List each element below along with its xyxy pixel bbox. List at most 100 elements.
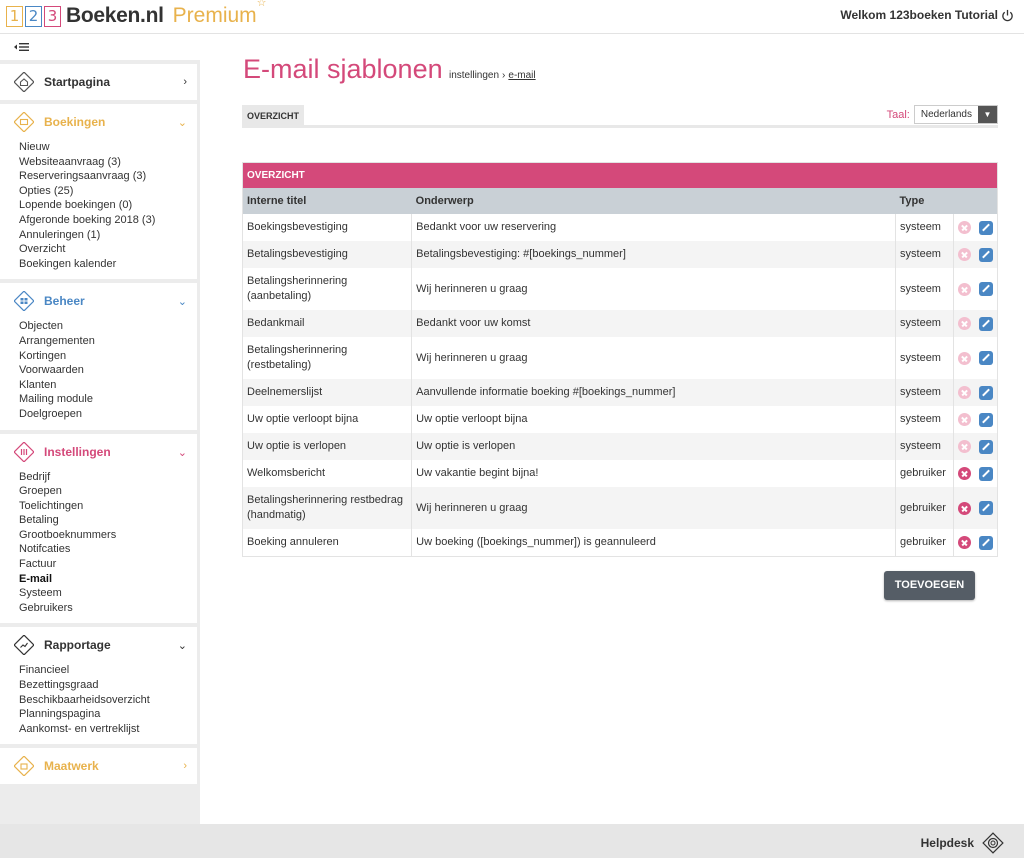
sidebar-item-rapportage-0[interactable]: Financieel xyxy=(19,663,178,678)
nav-maatwerk[interactable]: Maatwerk › xyxy=(0,748,197,785)
delete-icon xyxy=(957,351,971,365)
sidebar-item-boekingen-6[interactable]: Annuleringen (1) xyxy=(19,228,178,243)
sidebar-item-boekingen-0[interactable]: Nieuw xyxy=(19,140,178,155)
nav-instellingen[interactable]: Instellingen ⌄ xyxy=(0,434,197,470)
language-select[interactable]: Nederlands ▼ xyxy=(913,105,998,124)
sidebar-item-boekingen-7[interactable]: Overzicht xyxy=(19,242,178,257)
sidebar: Startpagina › Boekingen ⌄ Nieuw Websiteaa… xyxy=(0,34,200,824)
edit-icon[interactable] xyxy=(978,247,993,262)
nav-boekingen[interactable]: Boekingen ⌄ xyxy=(0,104,197,140)
table-row[interactable]: Bedankmail Bedankt voor uw komst systeem xyxy=(243,310,997,337)
nav-rapportage[interactable]: Rapportage ⌄ xyxy=(0,627,197,663)
sidebar-item-instellingen-9[interactable]: Gebruikers xyxy=(19,601,178,616)
sidebar-collapse-button[interactable] xyxy=(0,34,200,60)
edit-icon[interactable] xyxy=(978,535,993,550)
sidebar-item-instellingen-2[interactable]: Toelichtingen xyxy=(19,499,178,514)
table-row[interactable]: Deelnemerslijst Aanvullende informatie bo… xyxy=(243,379,997,406)
nav-boekingen-section: Boekingen ⌄ Nieuw Websiteaanvraag (3) Rese… xyxy=(0,104,197,280)
cell-type: systeem xyxy=(895,379,954,406)
sidebar-item-instellingen-6[interactable]: Factuur xyxy=(19,557,178,572)
edit-icon[interactable] xyxy=(978,220,993,235)
edit-icon[interactable] xyxy=(978,351,993,365)
logo-premium: Premium☆ xyxy=(173,0,267,28)
sidebar-item-boekingen-5[interactable]: Afgeronde boeking 2018 (3) xyxy=(19,213,178,228)
boekingen-list: Nieuw Websiteaanvraag (3) Reserveringsaanv… xyxy=(0,140,197,271)
edit-icon[interactable] xyxy=(978,501,993,515)
row-actions xyxy=(957,247,993,262)
sidebar-item-beheer-5[interactable]: Mailing module xyxy=(19,392,178,407)
delete-icon[interactable] xyxy=(957,536,971,549)
table-row[interactable]: Welkomsbericht Uw vakantie begint bijna! g… xyxy=(243,460,997,487)
rapportage-list: Financieel Bezettingsgraad Beschikbaarheid… xyxy=(0,663,197,736)
panel-title: OVERZICHT xyxy=(243,163,997,188)
table-row[interactable]: Betalingsherinnering (aanbetaling) Wij he… xyxy=(243,268,997,310)
breadcrumb-parent[interactable]: instellingen xyxy=(449,70,499,81)
tab-overzicht[interactable]: OVERZICHT xyxy=(242,105,305,127)
table-row[interactable]: Uw optie is verlopen Uw optie is verlopen… xyxy=(243,433,997,460)
sidebar-item-rapportage-1[interactable]: Bezettingsgraad xyxy=(19,678,178,693)
settings-icon xyxy=(14,441,34,462)
sidebar-item-rapportage-3[interactable]: Planningspagina xyxy=(19,707,178,722)
edit-icon[interactable] xyxy=(978,282,993,296)
sidebar-item-instellingen-8[interactable]: Systeem xyxy=(19,586,178,601)
table-row[interactable]: Betalingsbevestiging Betalingsbevestiging… xyxy=(243,241,997,268)
edit-icon[interactable] xyxy=(978,385,993,400)
row-actions xyxy=(957,466,993,481)
table-row[interactable]: Betalingsherinnering restbedrag (handmat… xyxy=(243,487,997,529)
sidebar-item-boekingen-2[interactable]: Reserveringsaanvraag (3) xyxy=(19,169,178,184)
nav-beheer[interactable]: Beheer ⌄ xyxy=(0,283,197,319)
language-label: Taal: xyxy=(886,108,910,121)
cell-type: systeem xyxy=(895,214,954,241)
sidebar-item-instellingen-7[interactable]: E-mail xyxy=(19,572,178,587)
cell-interne-titel: Betalingsherinnering (restbetaling) xyxy=(243,337,413,379)
sidebar-item-rapportage-2[interactable]: Beschikbaarheidsoverzicht xyxy=(19,693,178,708)
sidebar-item-boekingen-4[interactable]: Lopende boekingen (0) xyxy=(19,198,178,213)
edit-icon[interactable] xyxy=(978,439,993,454)
sidebar-item-rapportage-4[interactable]: Aankomst- en vertreklijst xyxy=(19,722,178,737)
cell-actions xyxy=(953,487,997,529)
sidebar-item-beheer-4[interactable]: Klanten xyxy=(19,378,178,393)
sidebar-item-instellingen-5[interactable]: Notifcaties xyxy=(19,542,178,557)
sidebar-item-beheer-6[interactable]: Doelgroepen xyxy=(19,407,178,422)
sidebar-item-beheer-2[interactable]: Kortingen xyxy=(19,349,178,364)
welcome-text: Welkom 123boeken Tutorial xyxy=(840,8,998,22)
sidebar-item-beheer-0[interactable]: Objecten xyxy=(19,319,178,334)
cell-type: gebruiker xyxy=(895,487,954,529)
sidebar-item-instellingen-0[interactable]: Bedrijf xyxy=(19,470,178,485)
cell-interne-titel: Welkomsbericht xyxy=(243,460,413,487)
dropdown-arrow-icon: ▼ xyxy=(978,106,997,123)
logo-box-2: 2 xyxy=(25,5,42,27)
power-icon[interactable] xyxy=(1001,9,1014,22)
sidebar-item-boekingen-1[interactable]: Websiteaanvraag (3) xyxy=(19,155,178,170)
table-row[interactable]: Betalingsherinnering (restbetaling) Wij h… xyxy=(243,337,997,379)
sidebar-item-instellingen-3[interactable]: Betaling xyxy=(19,513,178,528)
breadcrumb-separator: › xyxy=(502,70,506,81)
row-actions xyxy=(957,220,993,235)
delete-icon[interactable] xyxy=(957,501,971,515)
cell-onderwerp: Uw optie is verlopen xyxy=(411,433,897,460)
language-value: Nederlands xyxy=(920,109,972,120)
sidebar-item-instellingen-1[interactable]: Groepen xyxy=(19,484,178,499)
sidebar-item-boekingen-8[interactable]: Boekingen kalender xyxy=(19,257,178,272)
edit-icon[interactable] xyxy=(978,412,993,427)
table-row[interactable]: Uw optie verloopt bijna Uw optie verloopt… xyxy=(243,406,997,433)
nav-startpagina[interactable]: Startpagina › xyxy=(0,64,197,100)
sidebar-item-beheer-3[interactable]: Voorwaarden xyxy=(19,363,178,378)
sidebar-item-beheer-1[interactable]: Arrangementen xyxy=(19,334,178,349)
logo[interactable]: 1 2 3 Boeken.nl Premium☆ xyxy=(6,0,267,28)
sidebar-item-instellingen-4[interactable]: Grootboeknummers xyxy=(19,528,178,543)
breadcrumb-current[interactable]: e-mail xyxy=(508,70,535,81)
nav-instellingen-label: Instellingen xyxy=(44,444,111,459)
add-template-button[interactable]: TOEVOEGEN xyxy=(884,571,975,600)
edit-icon[interactable] xyxy=(978,316,993,331)
beheer-list: Objecten Arrangementen Kortingen Voorwaarde… xyxy=(0,319,197,421)
cell-interne-titel: Boekingsbevestiging xyxy=(243,214,413,241)
sidebar-item-boekingen-3[interactable]: Opties (25) xyxy=(19,184,178,199)
table-header-row: Interne titel Onderwerp Type xyxy=(243,188,997,214)
delete-icon[interactable] xyxy=(957,467,971,480)
table-row[interactable]: Boeking annuleren Uw boeking ([boekings_n… xyxy=(243,529,997,556)
cell-interne-titel: Bedankmail xyxy=(243,310,413,337)
edit-icon[interactable] xyxy=(978,466,993,481)
table-row[interactable]: Boekingsbevestiging Bedankt voor uw reser… xyxy=(243,214,997,241)
helpdesk-link[interactable]: Helpdesk xyxy=(921,832,1004,854)
